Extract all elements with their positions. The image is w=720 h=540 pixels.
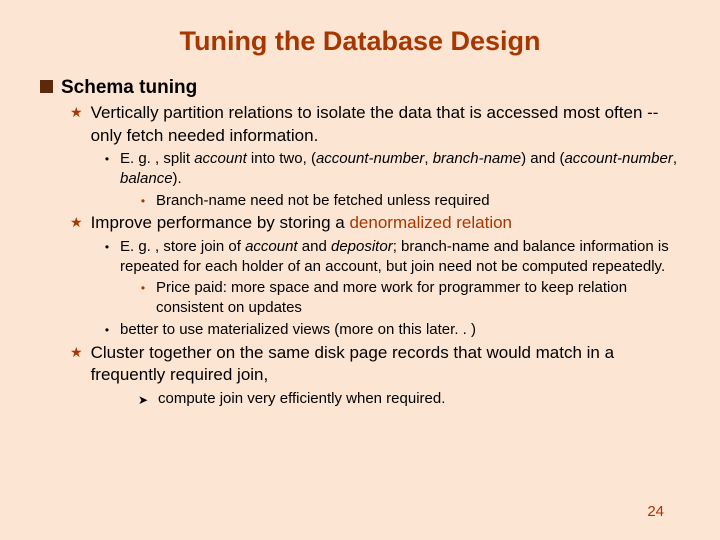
dot-icon: • xyxy=(102,153,112,165)
bullet-lvl2: • E. g. , store join of account and depo… xyxy=(102,237,680,277)
star-icon: ★ xyxy=(70,105,83,119)
bullet-lvl2: • E. g. , split account into two, (accou… xyxy=(102,149,680,189)
slide-title: Tuning the Database Design xyxy=(40,26,680,57)
t: Improve performance by storing a xyxy=(91,213,350,232)
dot-icon: • xyxy=(102,241,112,253)
bullet-text: Price paid: more space and more work for… xyxy=(156,278,680,318)
dot-icon: • xyxy=(138,282,148,294)
t-accent: denormalized relation xyxy=(349,213,512,232)
slide: Tuning the Database Design Schema tuning… xyxy=(0,0,720,540)
t-ital: account xyxy=(194,150,247,167)
star-icon: ★ xyxy=(70,215,83,229)
bullet-lvl3: • Branch-name need not be fetched unless… xyxy=(138,191,680,211)
dot-icon: • xyxy=(102,324,112,336)
t: , xyxy=(424,150,432,167)
chevron-right-icon: ➤ xyxy=(138,394,150,406)
bullet-lvl2: • better to use materialized views (more… xyxy=(102,320,680,340)
bullet-text: E. g. , store join of account and deposi… xyxy=(120,237,680,277)
bullet-text: Cluster together on the same disk page r… xyxy=(91,342,680,387)
t: ). xyxy=(173,170,182,187)
t: E. g. , split xyxy=(120,150,194,167)
bullet-text: Vertically partition relations to isolat… xyxy=(91,102,680,147)
t: ) and ( xyxy=(521,150,564,167)
t: into two, ( xyxy=(247,150,316,167)
t-ital: account xyxy=(245,238,298,255)
slide-body: Schema tuning ★ Vertically partition rel… xyxy=(40,75,680,408)
bullet-lvl0: Schema tuning xyxy=(40,75,680,100)
bullet-lvl1: ★ Cluster together on the same disk page… xyxy=(70,342,680,387)
page-number: 24 xyxy=(647,503,664,520)
t-ital: depositor xyxy=(331,238,393,255)
bullet-text: Improve performance by storing a denorma… xyxy=(91,212,680,234)
bullet-lvl3: ➤ compute join very efficiently when req… xyxy=(138,389,680,409)
t: , xyxy=(673,150,677,167)
bullet-lvl1: ★ Improve performance by storing a denor… xyxy=(70,212,680,234)
bullet-text: better to use materialized views (more o… xyxy=(120,320,680,340)
square-icon xyxy=(40,80,53,93)
t-ital: account-number xyxy=(564,150,672,167)
dot-icon: • xyxy=(138,195,148,207)
bullet-lvl1: ★ Vertically partition relations to isol… xyxy=(70,102,680,147)
bullet-text: Branch-name need not be fetched unless r… xyxy=(156,191,680,211)
t-ital: balance xyxy=(120,170,173,187)
t: and xyxy=(298,238,331,255)
t-ital: account-number xyxy=(316,150,424,167)
star-icon: ★ xyxy=(70,345,83,359)
bullet-lvl3: • Price paid: more space and more work f… xyxy=(138,278,680,318)
bullet-text: Schema tuning xyxy=(61,75,680,100)
bullet-text: E. g. , split account into two, (account… xyxy=(120,149,680,189)
bullet-text: compute join very efficiently when requi… xyxy=(158,389,680,409)
t-ital: branch-name xyxy=(433,150,521,167)
t: E. g. , store join of xyxy=(120,238,245,255)
